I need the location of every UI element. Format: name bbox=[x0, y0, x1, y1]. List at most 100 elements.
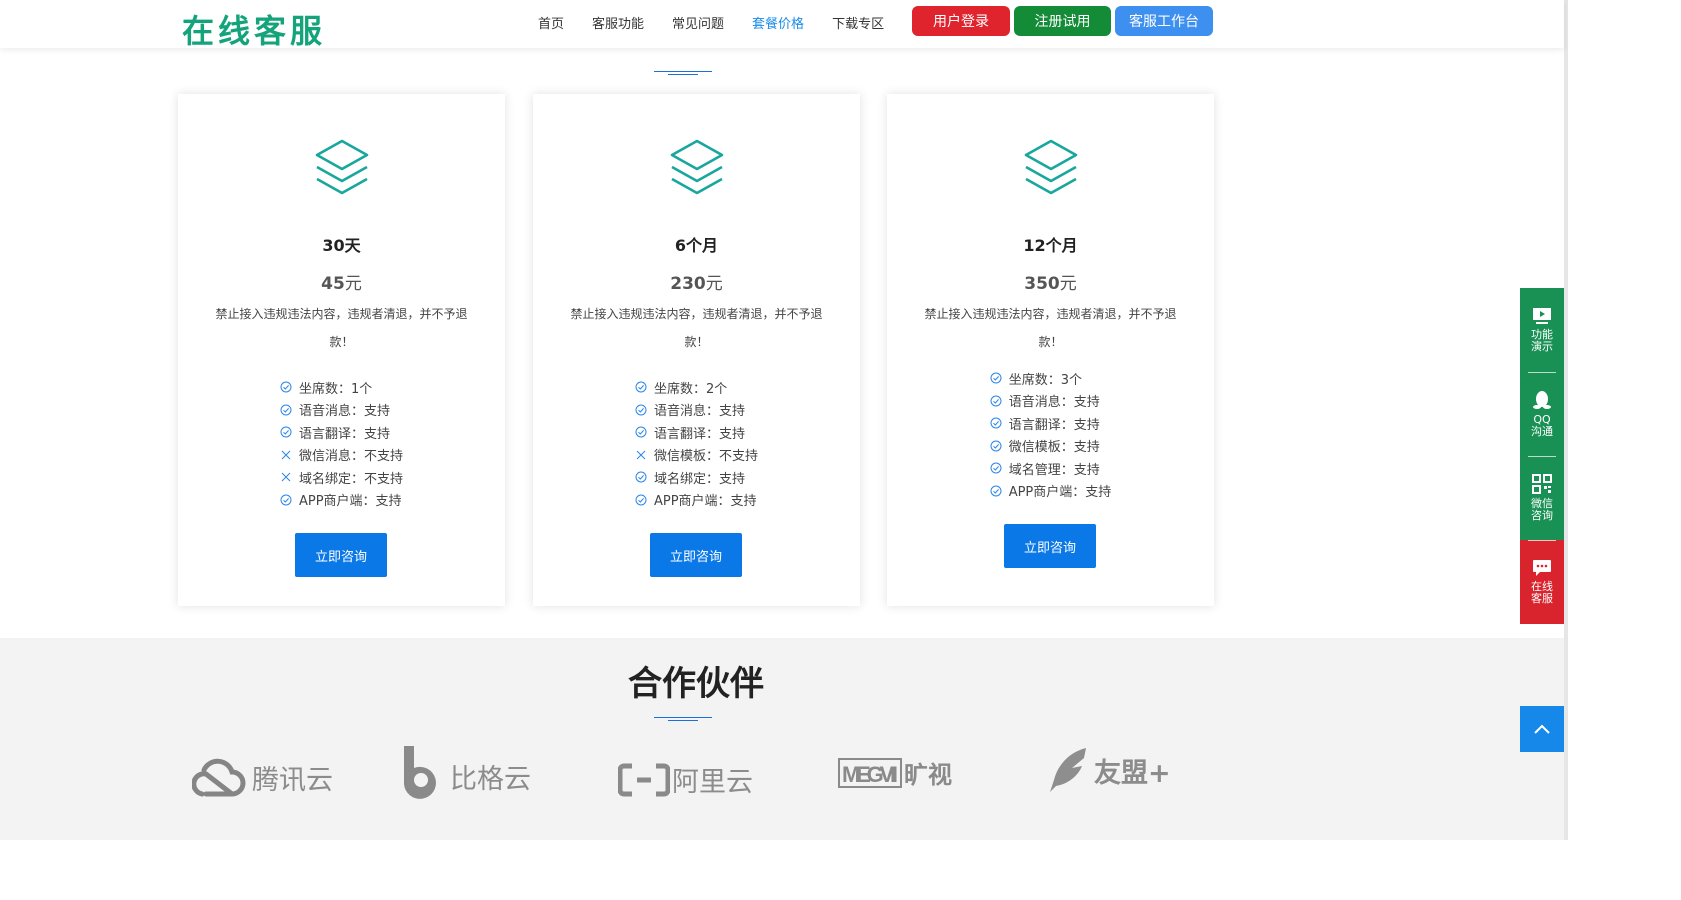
feature-items: 坐席数：3个 语音消息：支持 语言翻译：支持 微信模板：支持 域名管理：支持 APP商户端… bbox=[990, 367, 1112, 503]
feature-label: APP商户端：支持 bbox=[298, 494, 402, 510]
check-circle-icon bbox=[990, 372, 1002, 384]
check-circle-icon bbox=[280, 381, 292, 393]
layers-icon bbox=[315, 139, 369, 195]
feature-label: 坐席数：1个 bbox=[298, 381, 373, 397]
plan-card: 30天 45元 禁止接入违规违法内容，违规者清退，并不予退款！ 坐席数：1个语音… bbox=[178, 94, 505, 606]
check-circle-icon bbox=[990, 462, 1002, 474]
qq-penguin-icon bbox=[1533, 391, 1551, 409]
sidebar-label: QQ 沟通 bbox=[1531, 413, 1553, 438]
cloud-icon bbox=[192, 758, 246, 797]
partner-umeng[interactable]: 友盟+ bbox=[1048, 746, 1171, 794]
check-circle-icon bbox=[990, 485, 1002, 497]
nav-home[interactable]: 首页 bbox=[538, 13, 564, 32]
consult-button[interactable]: 立即咨询 bbox=[650, 533, 742, 577]
nav-features[interactable]: 客服功能 bbox=[592, 13, 644, 32]
partner-aliyun[interactable]: 阿里云 bbox=[618, 760, 753, 799]
cross-icon bbox=[281, 450, 291, 460]
layers-icon bbox=[1024, 139, 1078, 195]
login-button[interactable]: 用户登录 bbox=[912, 6, 1010, 36]
partner-bigeyun[interactable]: 比格云 bbox=[400, 744, 531, 800]
consult-button[interactable]: 立即咨询 bbox=[1004, 524, 1096, 568]
feature-item: 坐席数：2个 bbox=[635, 376, 758, 399]
feature-item: 坐席数：3个 bbox=[990, 367, 1112, 390]
sidebar-demo[interactable]: 功能 演示 bbox=[1520, 288, 1564, 372]
site-header: 在线客服 首页 客服功能 常见问题 套餐价格 下载专区 用户登录 注册试用 客服… bbox=[0, 0, 1564, 50]
plan-note: 禁止接入违规违法内容，违规者清退，并不予退款！ bbox=[570, 307, 823, 349]
feature-label: APP商户端：支持 bbox=[653, 494, 757, 510]
consult-button[interactable]: 立即咨询 bbox=[295, 533, 387, 577]
check-circle-icon bbox=[280, 494, 292, 506]
price-unit: 元 bbox=[705, 274, 723, 294]
nav-downloads[interactable]: 下载专区 bbox=[832, 13, 884, 32]
check-circle-icon bbox=[990, 395, 1002, 407]
feature-item: 语音消息：支持 bbox=[990, 390, 1112, 413]
layers-icon bbox=[670, 139, 724, 195]
page-scrollbar[interactable] bbox=[1564, 0, 1568, 840]
check-circle-icon bbox=[635, 494, 647, 506]
feature-item: 语言翻译：支持 bbox=[635, 421, 758, 444]
sidebar-wechat[interactable]: 微信 咨询 bbox=[1520, 456, 1564, 540]
header-actions: 用户登录 注册试用 客服工作台 bbox=[912, 6, 1213, 36]
cross-icon bbox=[636, 450, 646, 460]
partner-tencent-cloud[interactable]: 腾讯云 bbox=[192, 756, 333, 798]
plan-price: 45元 bbox=[178, 269, 505, 294]
feature-label: 语音消息：支持 bbox=[1008, 395, 1100, 411]
feature-item: 域名绑定：支持 bbox=[635, 466, 758, 489]
check-circle-icon bbox=[635, 404, 647, 416]
feature-item: 语言翻译：支持 bbox=[990, 412, 1112, 435]
plan-title: 30天 bbox=[322, 236, 361, 255]
price-amount: 45 bbox=[321, 274, 345, 294]
site-logo[interactable]: 在线客服 bbox=[182, 6, 326, 52]
check-circle-icon bbox=[635, 381, 647, 393]
b-letter-icon bbox=[404, 746, 436, 799]
nav-faq[interactable]: 常见问题 bbox=[672, 13, 724, 32]
partners-section: 合作伙伴 腾讯云 比格云 阿里云 MEGVII 旷视 友盟+ bbox=[0, 638, 1564, 840]
check-circle-icon bbox=[990, 417, 1002, 429]
feature-label: 域名绑定：不支持 bbox=[298, 471, 403, 487]
chat-bubble-icon bbox=[1533, 560, 1551, 576]
feature-item: APP商户端：支持 bbox=[635, 489, 758, 512]
partner-name: 友盟+ bbox=[1094, 757, 1171, 789]
feature-label: 域名管理：支持 bbox=[1008, 462, 1100, 478]
price-unit: 元 bbox=[344, 274, 362, 294]
svg-text:旷视: 旷视 bbox=[904, 761, 952, 789]
partners-title: 合作伙伴 bbox=[628, 664, 764, 704]
register-button[interactable]: 注册试用 bbox=[1014, 6, 1111, 36]
feature-item: 语音消息：支持 bbox=[280, 399, 403, 422]
plan-price: 350元 bbox=[887, 269, 1214, 294]
megvii-wordmark: MEGVII 旷视 bbox=[838, 758, 952, 789]
feature-label: 语音消息：支持 bbox=[653, 404, 745, 420]
back-to-top-button[interactable] bbox=[1520, 706, 1564, 752]
section-divider bbox=[654, 71, 712, 75]
sidebar-qq[interactable]: QQ 沟通 bbox=[1520, 372, 1564, 456]
qrcode-icon bbox=[1532, 474, 1552, 494]
section-divider bbox=[654, 717, 712, 721]
workbench-button[interactable]: 客服工作台 bbox=[1115, 6, 1213, 36]
plan-title: 6个月 bbox=[674, 236, 719, 255]
feature-item: 语言翻译：支持 bbox=[280, 421, 403, 444]
check-circle-icon bbox=[280, 426, 292, 438]
feature-label: 微信消息：不支持 bbox=[298, 449, 403, 465]
feature-label: 域名绑定：支持 bbox=[653, 471, 745, 487]
feature-item: 域名管理：支持 bbox=[990, 457, 1112, 480]
partner-megvii[interactable]: MEGVII 旷视 bbox=[838, 756, 960, 790]
plan-note: 禁止接入违规违法内容，违规者清退，并不予退款！ bbox=[215, 307, 468, 349]
feature-item: 微信消息：不支持 bbox=[280, 444, 403, 467]
feature-list: 坐席数：1个语音消息：支持 语言翻译：支持微信消息：不支持 域名绑定：不支持 APP商… bbox=[178, 376, 505, 511]
feature-label: 语言翻译：支持 bbox=[653, 426, 745, 442]
feature-list: 坐席数：3个 语音消息：支持 语言翻译：支持 微信模板：支持 域名管理：支持 APP商户端… bbox=[887, 367, 1214, 502]
feature-item: 坐席数：1个 bbox=[280, 376, 403, 399]
sidebar-label: 微信 咨询 bbox=[1531, 497, 1553, 522]
feature-item: 域名绑定：不支持 bbox=[280, 466, 403, 489]
feature-items: 坐席数：2个 语音消息：支持 语言翻译：支持 微信模板：不支持 域名绑定：支持 APP商户… bbox=[635, 376, 758, 511]
price-amount: 350 bbox=[1024, 274, 1060, 294]
feature-item: APP商户端：支持 bbox=[990, 480, 1111, 503]
sidebar-online-service[interactable]: 在线 客服 bbox=[1520, 540, 1564, 624]
check-circle-icon bbox=[635, 426, 647, 438]
cross-icon bbox=[281, 472, 291, 482]
floating-toolbar: 功能 演示 QQ 沟通 微信 咨询 在线 客服 bbox=[1520, 288, 1564, 624]
plan-title: 12个月 bbox=[1023, 236, 1078, 255]
nav-pricing[interactable]: 套餐价格 bbox=[752, 13, 804, 32]
plan-card: 12个月 350元 禁止接入违规违法内容，违规者清退，并不予退款！ 坐席数：3个… bbox=[887, 94, 1214, 606]
sidebar-label: 在线 客服 bbox=[1531, 580, 1553, 605]
